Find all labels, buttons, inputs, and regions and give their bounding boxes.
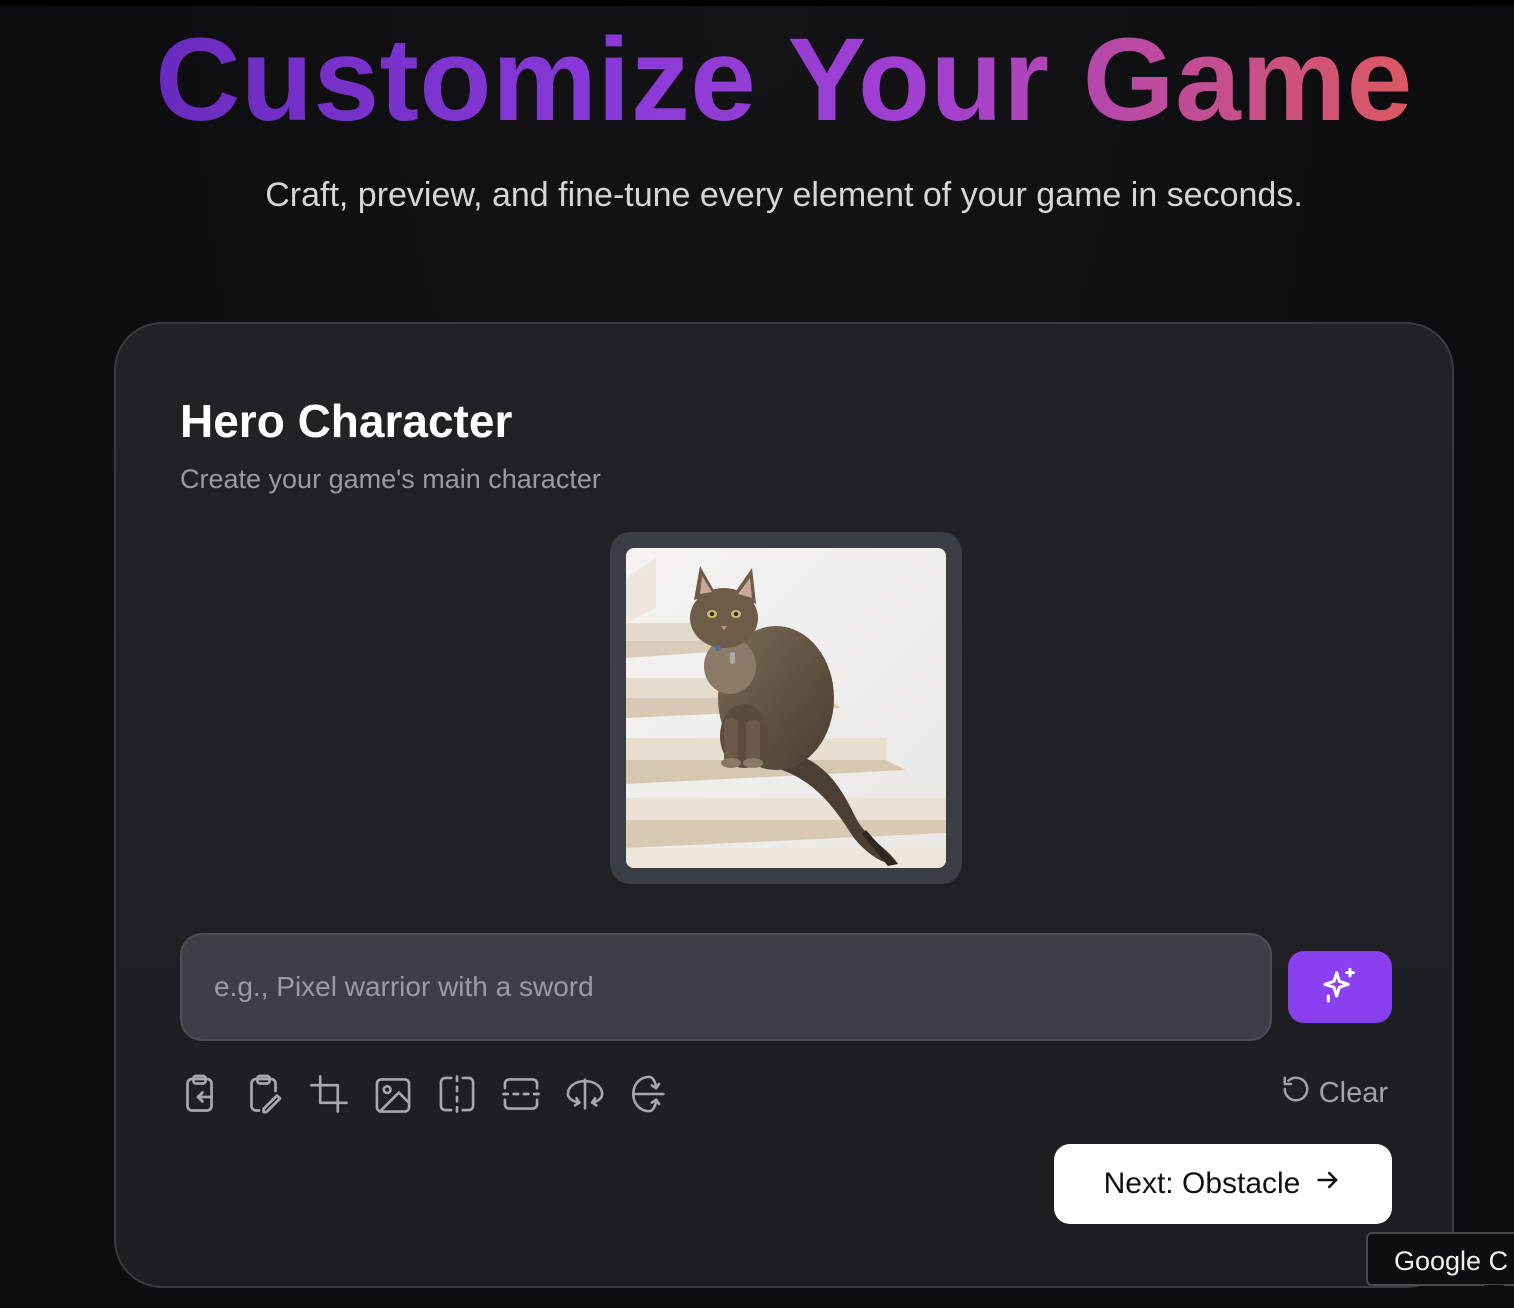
page: Customize Your Game Craft, preview, and … <box>0 0 1514 1308</box>
character-preview-frame <box>610 532 962 884</box>
window-top-edge <box>0 0 1514 6</box>
character-preview-image <box>626 548 946 868</box>
image-tools <box>180 1070 670 1118</box>
flip-vertical-split-icon[interactable] <box>436 1070 478 1118</box>
paste-icon[interactable] <box>180 1070 222 1118</box>
next-obstacle-button[interactable]: Next: Obstacle <box>1054 1144 1392 1224</box>
clear-button[interactable]: Clear <box>1281 1074 1388 1112</box>
page-subtitle: Craft, preview, and fine-tune every elem… <box>265 176 1303 214</box>
next-label: Next: Obstacle <box>1103 1167 1301 1200</box>
tooltip-pointer <box>1484 1285 1504 1297</box>
crop-icon[interactable] <box>308 1070 350 1118</box>
card-subtitle: Create your game's main character <box>180 464 601 494</box>
image-icon[interactable] <box>372 1070 414 1118</box>
tooltip: Google C <box>1366 1232 1514 1286</box>
reset-icon <box>1281 1074 1311 1112</box>
page-title: Customize Your Game <box>0 20 1514 140</box>
clear-label: Clear <box>1318 1076 1388 1109</box>
sparkles-icon <box>1320 966 1360 1009</box>
arrow-right-icon <box>1314 1166 1342 1202</box>
rotate-horizontal-icon[interactable] <box>564 1070 606 1118</box>
rotate-vertical-icon[interactable] <box>628 1070 670 1118</box>
flip-horizontal-split-icon[interactable] <box>500 1070 542 1118</box>
hero-character-card: Hero Character Create your game's main c… <box>114 322 1454 1288</box>
generate-button[interactable] <box>1288 951 1392 1023</box>
card-title: Hero Character <box>180 395 513 447</box>
cat-on-stairs-illustration <box>626 548 946 868</box>
character-prompt-input[interactable] <box>180 933 1272 1041</box>
clipboard-edit-icon[interactable] <box>244 1070 286 1118</box>
